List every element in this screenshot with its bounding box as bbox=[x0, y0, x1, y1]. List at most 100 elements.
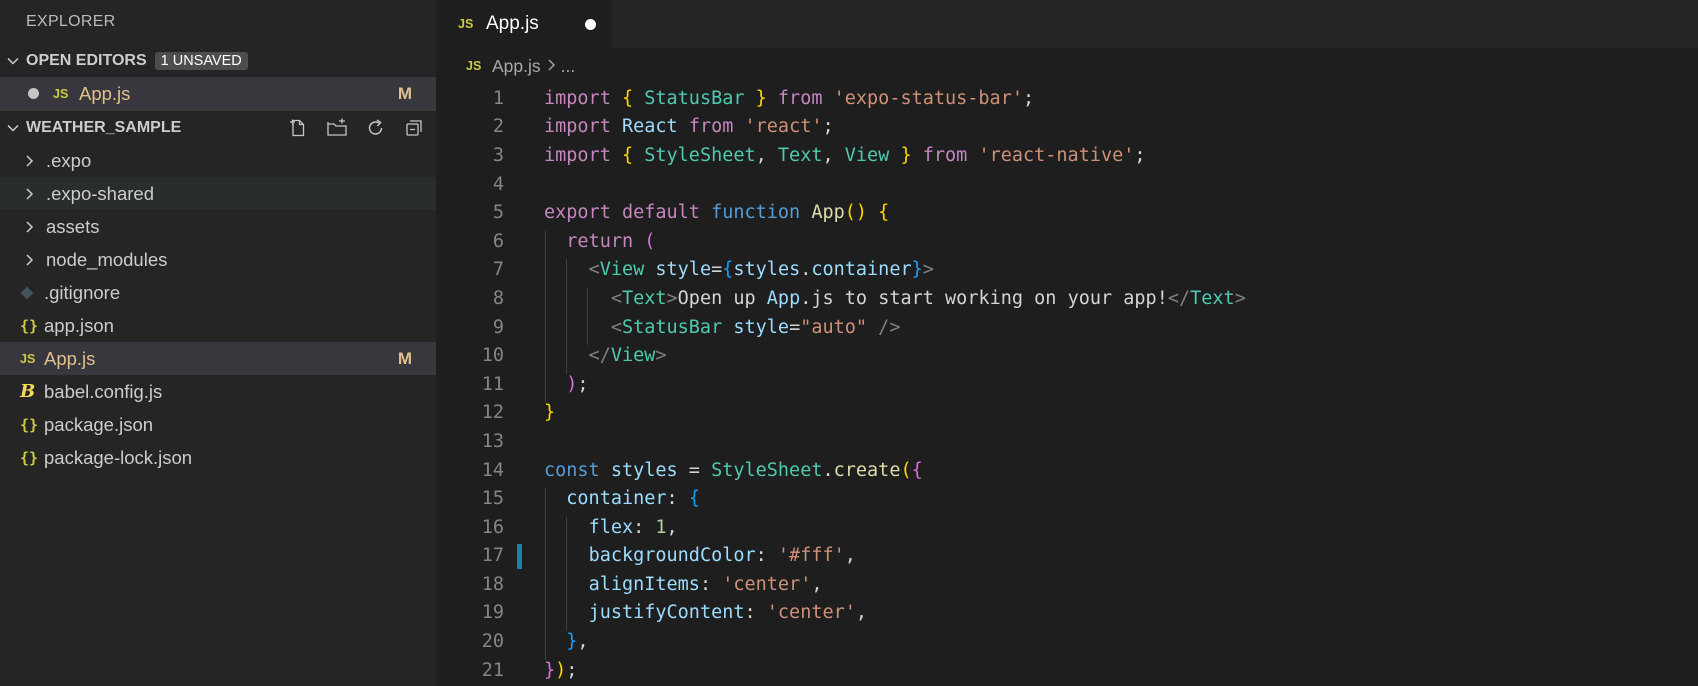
line-number: 8 bbox=[492, 287, 504, 309]
project-folder-header[interactable]: WEATHER_SAMPLE bbox=[0, 110, 436, 144]
code-text: </View> bbox=[544, 345, 667, 374]
breadcrumb-symbol[interactable]: ... bbox=[561, 56, 576, 77]
js-icon: JS bbox=[20, 351, 36, 366]
line-number: 4 bbox=[492, 173, 504, 195]
code-text: flex: 1, bbox=[544, 516, 678, 546]
code-line: 1 import { StatusBar } from 'expo-status-… bbox=[436, 84, 1698, 113]
code-text: const styles = StyleSheet.create({ bbox=[544, 459, 923, 481]
tree-item-app-js[interactable]: JS App.js M bbox=[0, 342, 436, 375]
modified-badge: M bbox=[397, 348, 412, 368]
code-line: 11 ); bbox=[436, 370, 1698, 403]
new-file-icon[interactable] bbox=[288, 118, 308, 138]
js-icon: JS bbox=[466, 59, 482, 73]
gutter bbox=[504, 570, 544, 599]
open-editors-label: OPEN EDITORS bbox=[26, 51, 147, 69]
line-number: 19 bbox=[481, 602, 504, 624]
line-number: 10 bbox=[481, 345, 504, 367]
code-editor[interactable]: 1 import { StatusBar } from 'expo-status-… bbox=[436, 84, 1698, 684]
line-number: 14 bbox=[481, 459, 504, 481]
code-line: 20 }, bbox=[436, 627, 1698, 660]
json-icon: {} bbox=[20, 448, 39, 467]
line-number: 16 bbox=[481, 516, 504, 538]
line-number: 21 bbox=[481, 659, 504, 681]
tree-item-package-lock-json[interactable]: {} package-lock.json bbox=[0, 441, 436, 474]
code-line: 2 import React from 'react'; bbox=[436, 113, 1698, 142]
tree-item-expo-shared-folder[interactable]: .expo-shared bbox=[0, 177, 436, 210]
collapse-all-icon[interactable] bbox=[404, 118, 424, 138]
tree-item-label: babel.config.js bbox=[44, 380, 163, 402]
code-text: justifyContent: 'center', bbox=[544, 602, 867, 632]
code-text: container: { bbox=[544, 488, 700, 517]
line-number: 12 bbox=[481, 402, 504, 424]
code-text: backgroundColor: '#fff', bbox=[544, 545, 856, 574]
js-icon: JS bbox=[458, 17, 474, 31]
tree-item-label: package.json bbox=[44, 413, 154, 435]
tree-item-label: .gitignore bbox=[44, 281, 121, 303]
line-number: 18 bbox=[481, 573, 504, 595]
explorer-title: EXPLORER bbox=[26, 13, 116, 30]
code-text: <StatusBar style="auto" /> bbox=[544, 316, 900, 346]
line-number: 11 bbox=[481, 373, 504, 395]
code-line: 12} bbox=[436, 399, 1698, 428]
line-number: 5 bbox=[492, 202, 504, 224]
code-line: 10 </View> bbox=[436, 341, 1698, 374]
tree-item-babel-config[interactable]: B babel.config.js bbox=[0, 375, 436, 408]
line-number: 15 bbox=[481, 488, 504, 510]
code-text: import React from 'react'; bbox=[544, 116, 834, 138]
explorer-actions bbox=[288, 111, 424, 144]
code-line: 18 alignItems: 'center', bbox=[436, 570, 1698, 603]
tab-bar: JS App.js bbox=[436, 0, 1698, 48]
open-editor-item[interactable]: JS App.js M bbox=[0, 77, 436, 110]
gutter bbox=[504, 370, 544, 399]
chevron-right-icon bbox=[547, 56, 557, 77]
line-number: 1 bbox=[492, 87, 504, 109]
json-icon: {} bbox=[20, 415, 39, 434]
code-line: 8 <Text>Open up App.js to start working … bbox=[436, 284, 1698, 317]
js-icon: JS bbox=[53, 86, 69, 101]
breadcrumb-file[interactable]: App.js bbox=[492, 56, 541, 77]
gutter bbox=[504, 313, 544, 342]
tab-title: App.js bbox=[486, 13, 539, 34]
tree-item-label: assets bbox=[46, 215, 100, 237]
gutter bbox=[504, 113, 544, 142]
code-text: alignItems: 'center', bbox=[544, 573, 822, 603]
open-editors-header[interactable]: OPEN EDITORS 1 UNSAVED bbox=[0, 44, 436, 77]
tree-item-package-json[interactable]: {} package.json bbox=[0, 408, 436, 441]
code-line: 7 <View style={styles.container}> bbox=[436, 256, 1698, 288]
gutter bbox=[504, 170, 544, 199]
code-line: 16 flex: 1, bbox=[436, 513, 1698, 546]
tree-item-label: .expo-shared bbox=[46, 182, 154, 204]
gutter bbox=[504, 599, 544, 628]
tree-item-label: package-lock.json bbox=[44, 446, 193, 468]
code-text: <View style={styles.container}> bbox=[544, 259, 934, 288]
chevron-right-icon bbox=[24, 253, 46, 267]
gutter bbox=[504, 227, 544, 256]
gutter bbox=[504, 198, 544, 227]
gutter bbox=[504, 84, 544, 113]
tree-item-expo-folder[interactable]: .expo bbox=[0, 144, 436, 177]
line-number: 9 bbox=[492, 316, 504, 338]
line-number: 17 bbox=[481, 545, 504, 567]
tree-item-node-modules-folder[interactable]: node_modules bbox=[0, 243, 436, 276]
gutter bbox=[504, 427, 544, 456]
editor-area: JS App.js JS App.js ... 1 import { Status… bbox=[436, 0, 1698, 686]
code-line: 3 import { StyleSheet, Text, View } from … bbox=[436, 141, 1698, 170]
unsaved-dot-icon[interactable] bbox=[585, 18, 596, 30]
tree-item-app-json[interactable]: {} app.json bbox=[0, 309, 436, 342]
code-line: 6 return ( bbox=[436, 227, 1698, 260]
tree-item-assets-folder[interactable]: assets bbox=[0, 210, 436, 243]
new-folder-icon[interactable] bbox=[326, 118, 348, 138]
unsaved-badge: 1 UNSAVED bbox=[154, 51, 248, 70]
unsaved-dot-icon[interactable] bbox=[28, 88, 39, 99]
tree-item-gitignore[interactable]: .gitignore bbox=[0, 276, 436, 309]
code-line: 21}); bbox=[436, 656, 1698, 685]
refresh-icon[interactable] bbox=[366, 118, 386, 138]
line-number: 2 bbox=[492, 116, 504, 138]
tree-item-label: .expo bbox=[46, 149, 92, 171]
gutter bbox=[504, 399, 544, 428]
tab-app-js[interactable]: JS App.js bbox=[436, 0, 612, 48]
code-line: 9 <StatusBar style="auto" /> bbox=[436, 313, 1698, 346]
gutter bbox=[504, 341, 544, 370]
code-text: ); bbox=[544, 373, 589, 403]
line-number: 13 bbox=[481, 430, 504, 452]
